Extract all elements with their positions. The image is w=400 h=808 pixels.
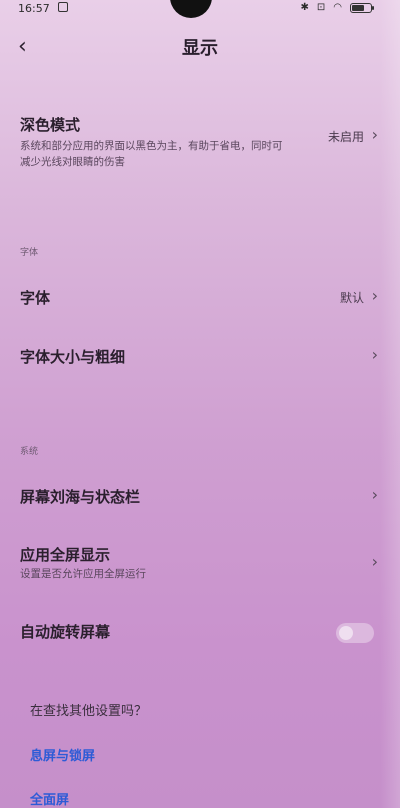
other-settings-hint: 在查找其他设置吗？ <box>30 704 148 719</box>
dark-mode-label: 深色模式 <box>20 116 81 134</box>
autorotate-toggle[interactable] <box>336 623 374 643</box>
dark-mode-desc: 系统和部分应用的界面以黑色为主，有助于省电，同时可减少光线对眼睛的伤害 <box>20 140 283 168</box>
notification-icon <box>58 2 68 12</box>
section-font-header: 字体 <box>20 248 39 258</box>
battery-icon <box>350 2 374 13</box>
chevron-right-icon: › <box>371 125 378 144</box>
chevron-right-icon: › <box>371 286 378 305</box>
notch-label: 屏幕刘海与状态栏 <box>20 488 141 506</box>
font-size-label: 字体大小与粗细 <box>20 348 126 366</box>
fullscreen-desc: 设置是否允许应用全屏运行 <box>20 568 146 580</box>
top-bar: ‹ 显示 <box>0 28 400 68</box>
toggle-knob <box>339 626 353 640</box>
status-bar: 16:57 ✱ ⊡ ◠ <box>0 0 400 18</box>
font-row[interactable]: 字体 默认 › <box>0 286 400 311</box>
dark-mode-value: 未启用 <box>327 130 364 144</box>
fullscreen-label: 应用全屏显示 <box>20 546 111 564</box>
notch-row[interactable]: 屏幕刘海与状态栏 › <box>0 485 400 510</box>
chevron-right-icon: › <box>371 485 378 504</box>
chevron-right-icon: › <box>371 345 378 364</box>
chevron-right-icon: › <box>371 552 378 571</box>
font-size-row[interactable]: 字体大小与粗细 › <box>0 345 400 370</box>
page-title: 显示 <box>182 38 218 59</box>
font-label: 字体 <box>20 289 51 307</box>
screen-edge <box>380 0 400 808</box>
link-screen-off-lock[interactable]: 息屏与锁屏 <box>30 745 95 764</box>
status-time: 16:57 <box>18 2 50 15</box>
bluetooth-icon: ✱ <box>300 2 309 13</box>
wifi-icon: ◠ <box>333 2 342 13</box>
fullscreen-row[interactable]: 应用全屏显示 设置是否允许应用全屏运行 › <box>0 544 400 584</box>
autorotate-label: 自动旋转屏幕 <box>20 623 111 641</box>
autorotate-row[interactable]: 自动旋转屏幕 <box>0 621 400 647</box>
font-value: 默认 <box>339 291 364 305</box>
dark-mode-row[interactable]: 深色模式 系统和部分应用的界面以黑色为主，有助于省电，同时可减少光线对眼睛的伤害… <box>0 114 400 174</box>
section-system-header: 系统 <box>20 447 39 457</box>
alarm-icon: ⊡ <box>316 2 326 13</box>
status-icons: ✱ ⊡ ◠ <box>300 2 374 13</box>
link-full-screen[interactable]: 全面屏 <box>30 789 69 808</box>
